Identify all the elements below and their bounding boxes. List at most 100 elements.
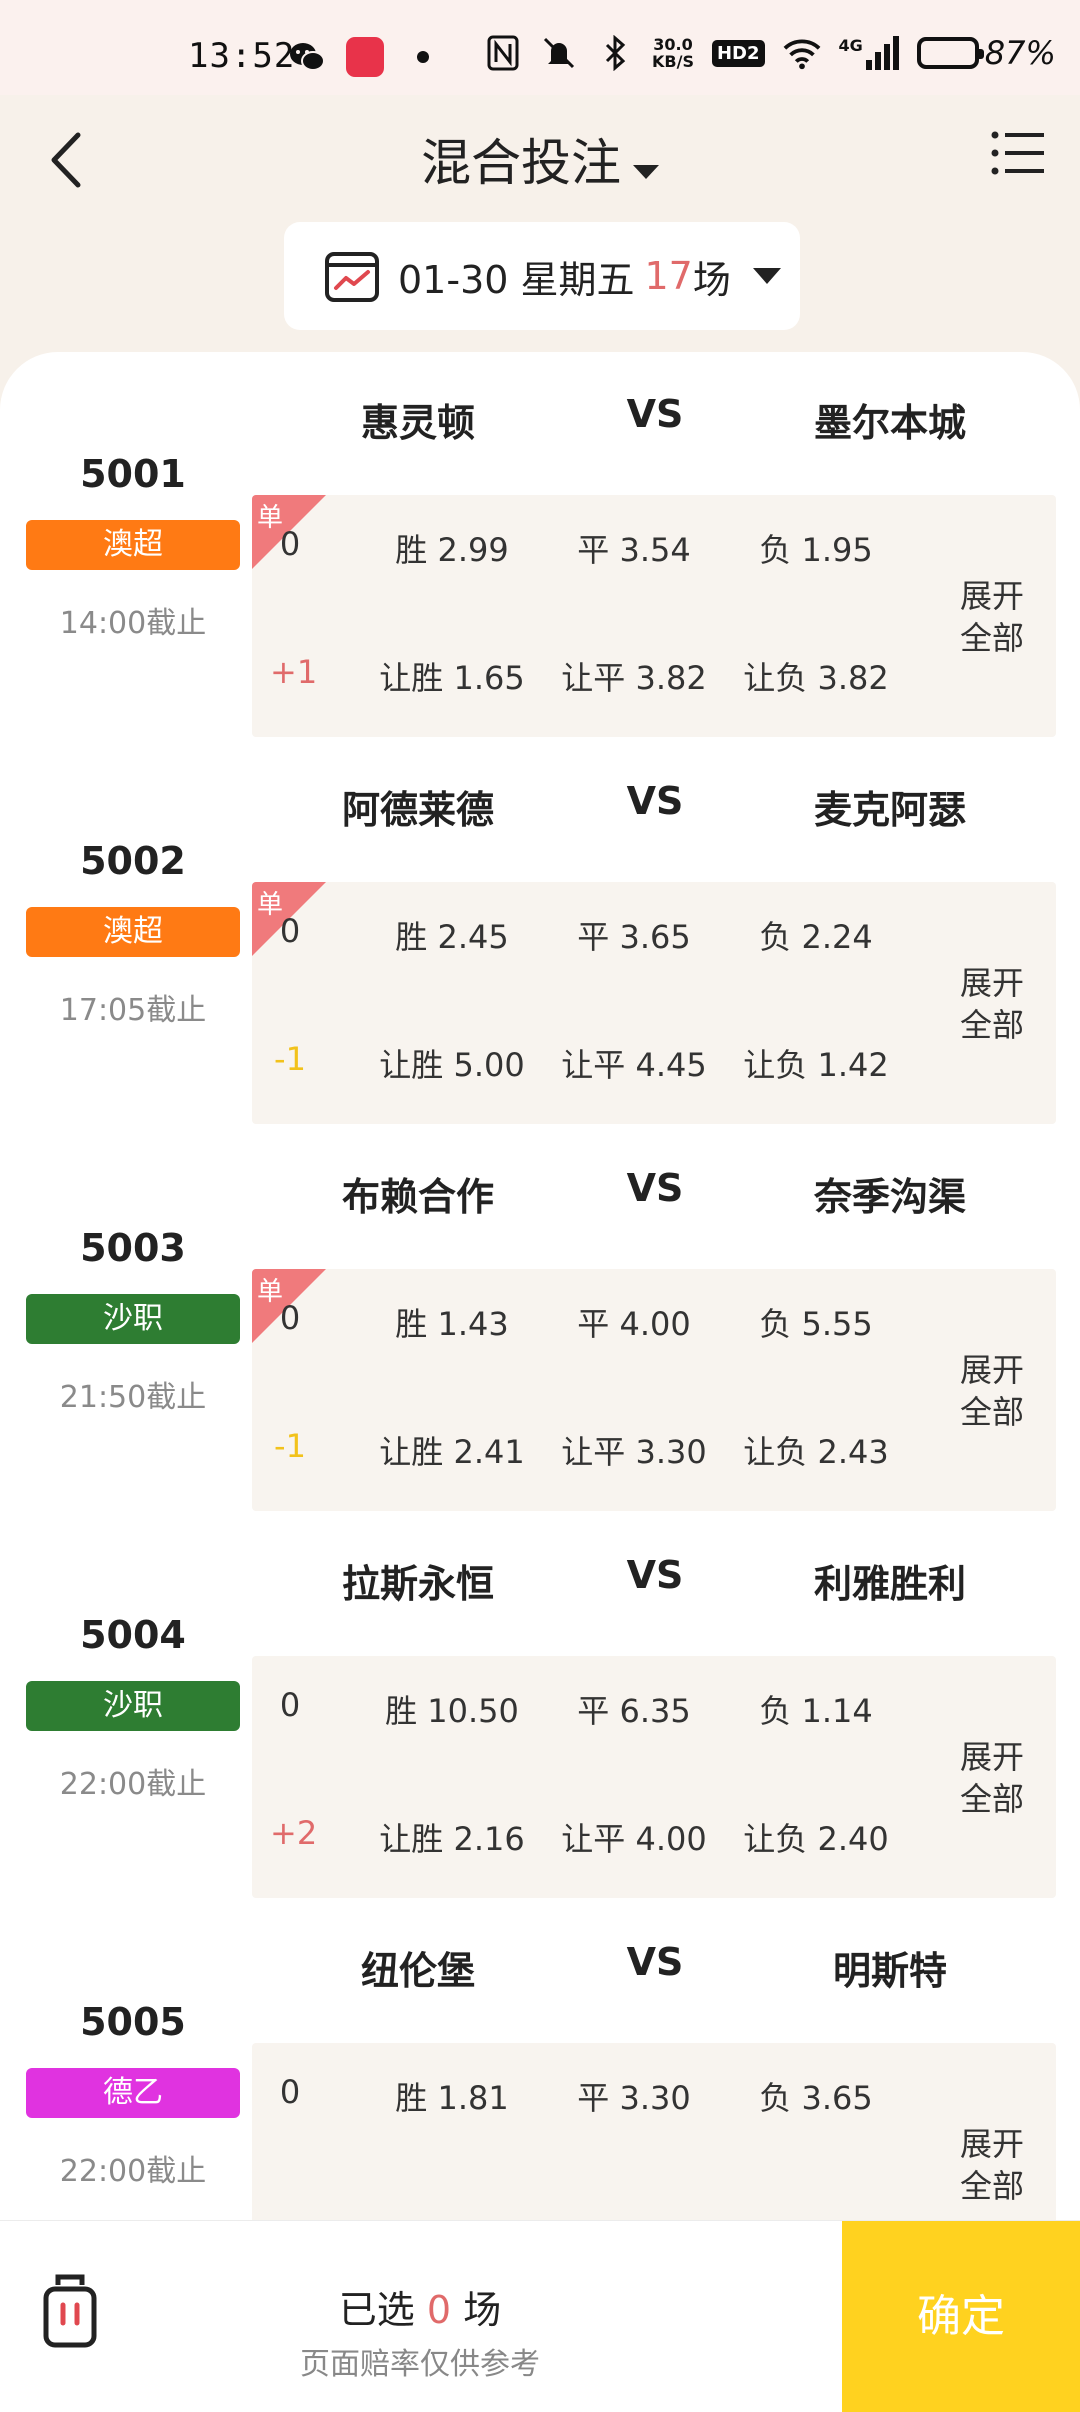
expand-all-button[interactable]: 展开 全部 (932, 2123, 1052, 2207)
home-team: 惠灵顿 (360, 401, 475, 445)
expand-all-button[interactable]: 展开 全部 (932, 962, 1052, 1046)
handicap-value: -1 (274, 1040, 306, 1078)
odds-handicap-lose[interactable]: 让负 1.42 (726, 1040, 906, 1086)
league-badge[interactable]: 德乙 (26, 2068, 240, 2118)
title-dropdown[interactable]: 混合投注 (0, 123, 1080, 195)
odds-handicap-draw[interactable]: 让平 4.45 (544, 1040, 724, 1086)
match-item: 纽伦堡 VS 明斯特 5005 德乙 22:00截止 0 胜 1.81 平 3.… (0, 1900, 1080, 2220)
odds-handicap-win[interactable]: 让胜 2.41 (362, 1427, 542, 1473)
odds-handicap-draw[interactable]: 让平 3.82 (544, 653, 724, 699)
league-badge[interactable]: 沙职 (26, 1681, 240, 1731)
odds-lose[interactable]: 负 3.65 (726, 2073, 906, 2119)
odds-row-normal: 0 胜 1.43 平 4.00 负 5.55 (252, 1299, 972, 1359)
deadline: 17:05截止 (59, 993, 207, 1028)
odds-lose[interactable]: 负 1.95 (726, 525, 906, 571)
expand-label-2: 全部 (959, 1393, 1024, 1431)
expand-all-button[interactable]: 展开 全部 (932, 1349, 1052, 1433)
odds-handicap-win[interactable]: 让胜 5.00 (362, 1040, 542, 1086)
selected-suffix: 场 (463, 2288, 502, 2332)
match-teams: 拉斯永恒 VS 利雅胜利 (0, 1513, 1080, 1606)
odds-win[interactable]: 胜 2.45 (362, 912, 542, 958)
match-number: 5005 (80, 2000, 186, 2044)
match-item: 拉斯永恒 VS 利雅胜利 5004 沙职 22:00截止 0 胜 10.50 平… (0, 1513, 1080, 1900)
list-menu-button[interactable] (990, 129, 1046, 177)
bottom-bar: 已选 0 场 页面赔率仅供参考 确定 (0, 2220, 1080, 2412)
bluetooth-icon (596, 34, 634, 72)
odds-handicap-lose[interactable]: 让负 2.43 (726, 1427, 906, 1473)
mute-icon (540, 34, 578, 72)
odds-row-handicap: -1 让胜 2.41 让平 3.30 让负 2.43 (252, 1427, 972, 1487)
signal-icon: 4G (839, 36, 899, 70)
header: 混合投注 (0, 95, 1080, 225)
selected-summary: 已选 0 场 (0, 2279, 840, 2334)
odds-row-normal: 0 胜 10.50 平 6.35 负 1.14 (252, 1686, 972, 1746)
odds-row-handicap (252, 2201, 972, 2220)
match-list[interactable]: 惠灵顿 VS 墨尔本城 5001 澳超 14:00截止 单 0 胜 2.99 平… (0, 352, 1080, 2220)
expand-label-1: 展开 (959, 577, 1024, 615)
match-teams: 布赖合作 VS 奈季沟渠 (0, 1126, 1080, 1219)
odds-draw[interactable]: 平 4.00 (544, 1299, 724, 1345)
away-team: 麦克阿瑟 (813, 788, 966, 832)
status-bar: 13:52 30.0 KB/S HD2 4G 87% (0, 0, 1080, 95)
match-number: 5004 (80, 1613, 186, 1657)
status-left-icons (288, 37, 442, 77)
league-badge[interactable]: 澳超 (26, 520, 240, 570)
odds-lose[interactable]: 负 1.14 (726, 1686, 906, 1732)
vs-label: VS (626, 779, 684, 823)
battery-icon (916, 37, 984, 69)
status-right-icons: 30.0 KB/S HD2 4G 87% (484, 34, 1056, 72)
league-badge[interactable]: 沙职 (26, 1294, 240, 1344)
odds-win[interactable]: 胜 1.81 (362, 2073, 542, 2119)
odds-lose[interactable]: 负 5.55 (726, 1299, 906, 1345)
odds-panel: 单 0 胜 1.43 平 4.00 负 5.55 -1 让胜 2.41 让平 3… (252, 1269, 1056, 1511)
deadline: 22:00截止 (59, 2154, 207, 2189)
odds-handicap-win[interactable]: 让胜 1.65 (362, 653, 542, 699)
expand-all-button[interactable]: 展开 全部 (932, 1736, 1052, 1820)
odds-draw[interactable]: 平 3.54 (544, 525, 724, 571)
deadline: 21:50截止 (59, 1380, 207, 1415)
expand-label-2: 全部 (959, 2167, 1024, 2205)
selected-count: 0 (426, 2288, 452, 2332)
odds-row-handicap: +2 让胜 2.16 让平 4.00 让负 2.40 (252, 1814, 972, 1874)
match-item: 阿德莱德 VS 麦克阿瑟 5002 澳超 17:05截止 单 0 胜 2.45 … (0, 739, 1080, 1126)
wechat-icon (288, 38, 326, 76)
page-title: 混合投注 (421, 134, 621, 192)
odds-draw[interactable]: 平 6.35 (544, 1686, 724, 1732)
away-team: 奈季沟渠 (813, 1175, 966, 1219)
caret-down-icon (633, 164, 659, 179)
match-item: 惠灵顿 VS 墨尔本城 5001 澳超 14:00截止 单 0 胜 2.99 平… (0, 352, 1080, 739)
app-notification-icon (346, 37, 384, 77)
odds-draw[interactable]: 平 3.65 (544, 912, 724, 958)
hd-voice-icon: HD2 (711, 39, 765, 67)
odds-win[interactable]: 胜 1.43 (362, 1299, 542, 1345)
date-label: 01-30 星期五 (398, 257, 635, 302)
odds-row-handicap: -1 让胜 5.00 让平 4.45 让负 1.42 (252, 1040, 972, 1100)
odds-lose[interactable]: 负 2.24 (726, 912, 906, 958)
home-team: 纽伦堡 (360, 1949, 475, 1993)
odds-handicap-lose[interactable]: 让负 3.82 (726, 653, 906, 699)
vs-label: VS (626, 1940, 684, 1984)
odds-panel: 单 0 胜 2.45 平 3.65 负 2.24 -1 让胜 5.00 让平 4… (252, 882, 1056, 1124)
odds-handicap-draw[interactable]: 让平 3.30 (544, 1427, 724, 1473)
odds-win[interactable]: 胜 2.99 (362, 525, 542, 571)
odds-handicap-draw[interactable]: 让平 4.00 (544, 1814, 724, 1860)
match-count: 17 (644, 254, 693, 298)
date-selector[interactable]: 01-30 星期五 17 场 (284, 222, 800, 330)
match-teams: 纽伦堡 VS 明斯特 (0, 1900, 1080, 1993)
battery-indicator: 87% (916, 34, 1056, 72)
expand-all-button[interactable]: 展开 全部 (932, 575, 1052, 659)
handicap-value: 0 (279, 1299, 301, 1337)
match-number: 5001 (80, 452, 186, 496)
away-team: 墨尔本城 (813, 401, 966, 445)
odds-handicap-win[interactable]: 让胜 2.16 (362, 1814, 542, 1860)
odds-draw[interactable]: 平 3.30 (544, 2073, 724, 2119)
signal-type: 4G (838, 36, 863, 55)
handicap-value: +2 (270, 1814, 318, 1852)
odds-handicap-lose[interactable]: 让负 2.40 (726, 1814, 906, 1860)
selected-prefix: 已选 (338, 2288, 415, 2332)
league-badge[interactable]: 澳超 (26, 907, 240, 957)
confirm-button[interactable]: 确定 (842, 2221, 1080, 2412)
odds-win[interactable]: 胜 10.50 (362, 1686, 542, 1732)
match-teams: 阿德莱德 VS 麦克阿瑟 (0, 739, 1080, 832)
handicap-value: 0 (279, 525, 301, 563)
